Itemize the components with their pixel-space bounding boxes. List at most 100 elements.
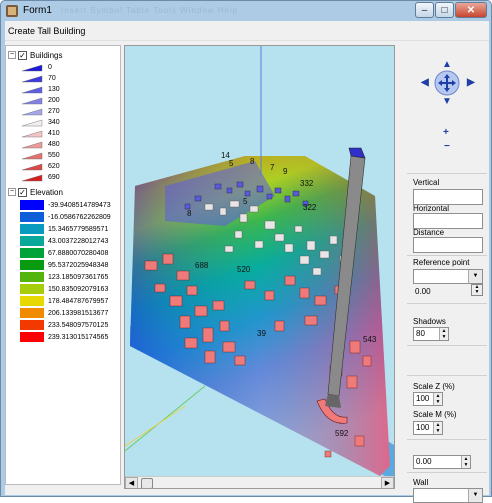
elevation-legend-label: 178.484787679957 — [48, 297, 109, 305]
reference-stepper[interactable]: ▲ ▼ — [471, 284, 483, 296]
terrain-scene: 145 87 933232258688 52054339592 — [125, 46, 394, 476]
scale-z-spinner[interactable]: 100 ▲ ▼ — [413, 392, 443, 406]
app-window: Form1 Insert Symbol Table Tools Window H… — [0, 0, 492, 503]
close-button[interactable]: ✕ — [455, 2, 487, 18]
building-legend-label: 410 — [48, 129, 60, 137]
building-swatch — [21, 108, 43, 115]
divider — [407, 173, 487, 174]
building-legend-label: 550 — [48, 151, 60, 159]
building-legend-item: 480 — [20, 139, 60, 149]
wall-select[interactable]: ▼ — [413, 488, 483, 503]
building-legend-item: 340 — [20, 117, 60, 127]
pan-left-icon[interactable]: ◀ — [421, 77, 429, 88]
wall-label: Wall — [413, 478, 429, 487]
vertical-input[interactable] — [413, 189, 483, 205]
elevation-swatch — [20, 296, 44, 306]
scroll-right-button[interactable]: ▶ — [381, 477, 394, 488]
spinner-arrows-icon[interactable]: ▲ ▼ — [439, 328, 448, 340]
height-label: 8 — [187, 209, 192, 218]
building-legend-label: 340 — [48, 118, 60, 126]
scroll-left-button[interactable]: ◀ — [125, 477, 138, 488]
elevation-swatch — [20, 260, 44, 270]
zoom-out-button[interactable]: − — [444, 141, 450, 152]
reference-point-value: 0.00 — [415, 287, 431, 296]
building-legend-item: 200 — [20, 95, 60, 105]
spinner-arrows-icon[interactable]: ▲ ▼ — [433, 422, 442, 434]
dropdown-arrow-icon[interactable]: ▼ — [468, 489, 482, 502]
distance-label: Distance — [413, 228, 445, 237]
elevation-layer-label: Elevation — [30, 187, 63, 197]
building-swatch — [21, 64, 43, 71]
height-label: 688 — [195, 261, 209, 270]
height-label: 543 — [363, 335, 377, 344]
maximize-button[interactable]: □ — [435, 2, 454, 18]
elevation-swatch — [20, 332, 44, 342]
height-label: 8 — [250, 157, 255, 166]
elevation-swatch — [20, 200, 44, 210]
title-bar: Form1 Insert Symbol Table Tools Window H… — [1, 1, 491, 21]
building-legend-item: 70 — [20, 73, 56, 83]
shadows-spinner[interactable]: 80 ▲ ▼ — [413, 327, 449, 341]
elevation-checkbox[interactable]: ✓ — [18, 187, 27, 197]
elevation-legend-item: 95.5372025948348 — [20, 260, 108, 270]
buildings-checkbox[interactable]: ✓ — [18, 50, 27, 60]
elevation-swatch — [20, 320, 44, 330]
elevation-legend-item: 67.8880070280408 — [20, 248, 108, 258]
building-swatch — [21, 119, 43, 126]
distance-input[interactable] — [413, 237, 483, 253]
spinner-arrows-icon[interactable]: ▲ ▼ — [433, 393, 442, 405]
elevation-legend-item: 233.548097570125 — [20, 320, 108, 330]
height-label: 9 — [283, 167, 288, 176]
create-tall-building-menu[interactable]: Create Tall Building — [8, 26, 85, 36]
building-legend-label: 0 — [48, 63, 52, 71]
app-icon — [6, 5, 18, 17]
building-legend-label: 690 — [48, 173, 60, 181]
move-icon[interactable] — [434, 70, 460, 96]
building-legend-label: 480 — [48, 140, 60, 148]
building-legend-item: 130 — [20, 84, 60, 94]
elevation-legend-label: -16.0586762262809 — [48, 213, 111, 221]
height-label: 520 — [237, 265, 251, 274]
dropdown-arrow-icon[interactable]: ▼ — [468, 270, 482, 283]
scroll-thumb[interactable] — [141, 478, 153, 488]
height-label: 322 — [303, 203, 317, 212]
reference-point-select[interactable]: ▼ — [413, 269, 483, 284]
offset-value: 0.00 — [416, 457, 432, 466]
collapse-icon[interactable]: − — [8, 51, 16, 59]
collapse-icon[interactable]: − — [8, 188, 16, 196]
elevation-layer-row[interactable]: − ✓ Elevation — [8, 186, 63, 198]
height-label: 5 — [229, 159, 234, 168]
green-axis-line — [125, 385, 206, 452]
control-panel: ▲ ◀ ▶ ▼ + − Vertical Horizontal Distance… — [407, 45, 487, 503]
reference-point-label: Reference point — [413, 258, 470, 267]
vertical-label: Vertical — [413, 178, 440, 187]
buildings-layer-label: Buildings — [30, 50, 63, 60]
minimize-button[interactable]: – — [415, 2, 434, 18]
offset-spinner[interactable]: 0.00 ▲ ▼ — [413, 455, 471, 469]
pan-right-icon[interactable]: ▶ — [467, 77, 475, 88]
pan-up-icon[interactable]: ▲ — [442, 59, 452, 70]
spinner-arrows-icon[interactable]: ▲ ▼ — [461, 456, 470, 468]
horizontal-scrollbar[interactable]: ◀ ▶ — [125, 476, 394, 488]
elevation-legend-label: 206.133981513677 — [48, 309, 109, 317]
elevation-swatch — [20, 284, 44, 294]
zoom-in-button[interactable]: + — [443, 127, 449, 138]
height-label: 7 — [270, 163, 275, 172]
scale-m-label: Scale M (%) — [413, 410, 457, 419]
building-swatch — [21, 86, 43, 93]
shadows-value: 80 — [416, 329, 425, 338]
scale-m-spinner[interactable]: 100 ▲ ▼ — [413, 421, 443, 435]
building-legend-label: 130 — [48, 85, 60, 93]
elevation-legend-label: 123.185097361765 — [48, 273, 109, 281]
horizontal-input[interactable] — [413, 213, 483, 229]
map-3d-viewport[interactable]: 14 5 8 7 9 332 322 5 8 688 520 543 39 592 ◀ ▶ — [124, 45, 395, 489]
height-label: 5 — [243, 197, 248, 206]
elevation-legend-label: 233.548097570125 — [48, 321, 109, 329]
building-swatch — [21, 141, 43, 148]
building-swatch — [21, 97, 43, 104]
elevation-legend-item: 15.3465779589571 — [20, 224, 108, 234]
buildings-layer-row[interactable]: − ✓ Buildings — [8, 49, 62, 61]
height-label: 592 — [335, 429, 349, 438]
pan-down-icon[interactable]: ▼ — [442, 96, 452, 107]
building-legend-item: 0 — [20, 62, 52, 72]
